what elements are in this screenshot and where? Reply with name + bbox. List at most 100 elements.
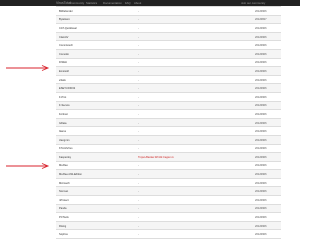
scan-result: - — [138, 44, 139, 48]
engine-name: Norman — [59, 190, 69, 194]
scan-result: - — [138, 95, 139, 99]
scan-result: - — [138, 87, 139, 91]
scan-result: - — [138, 173, 139, 177]
engine-name: PCTools — [59, 216, 69, 220]
engine-name: Jiangmin — [59, 138, 70, 142]
update-date: 20120906 — [255, 104, 267, 108]
update-date: 20120906 — [255, 52, 267, 56]
table-row: Emsisoft - 20120906 — [56, 67, 281, 76]
update-date: 20120906 — [255, 35, 267, 39]
table-row: McAfee - 20120906 — [56, 162, 281, 171]
update-date: 20120906 — [255, 181, 267, 185]
table-row: nProtect - 20120906 — [56, 196, 281, 205]
engine-name: BitDefender — [59, 9, 73, 13]
update-date: 20120906 — [255, 138, 267, 142]
update-date: 20120906 — [255, 216, 267, 220]
scan-result: - — [138, 78, 139, 82]
table-row: Sophos - 20120906 — [56, 230, 281, 240]
table-row: ClamAV - 20120906 — [56, 32, 281, 42]
table-row: GData - 20120906 — [56, 118, 281, 128]
table-row: BitDefender - 20120906 — [56, 7, 281, 16]
update-date: 20120906 — [255, 44, 267, 48]
engine-name: F-Secure — [59, 104, 70, 108]
table-row: Ikarus - 20120906 — [56, 127, 281, 136]
update-date: 20120906 — [255, 190, 267, 194]
update-date: 20120827 — [255, 18, 267, 22]
engine-name: McAfee — [59, 164, 68, 168]
engine-name: Rising — [59, 224, 67, 228]
table-row: DrWeb - 20120906 — [56, 59, 281, 68]
scan-result: - — [138, 190, 139, 194]
engine-name: ClamAV — [59, 35, 69, 39]
engine-name: Sophos — [59, 233, 68, 237]
update-date: 20120906 — [255, 147, 267, 151]
update-date: 20120906 — [255, 198, 267, 202]
table-row: F-Secure - 20120906 — [56, 101, 281, 111]
update-date: 20120906 — [255, 121, 267, 125]
update-date: 20120906 — [255, 207, 267, 211]
brand-logo[interactable]: VirusTotal — [56, 1, 71, 5]
scan-result: - — [138, 52, 139, 56]
scan-result: - — [138, 138, 139, 142]
update-date: 20120906 — [255, 164, 267, 168]
scan-result: - — [138, 61, 139, 65]
engine-name: nProtect — [59, 198, 69, 202]
scan-result: - — [138, 147, 139, 151]
scan-result: - — [138, 216, 139, 220]
engine-name: CAT-QuickHeal — [59, 26, 77, 30]
scan-result: - — [138, 130, 139, 134]
engine-name: McAfee-GW-Edition — [59, 173, 82, 177]
nav-link-community[interactable]: Community — [70, 1, 84, 5]
engine-name: ESET-NOD32 — [59, 87, 76, 91]
engine-name: Kaspersky — [59, 155, 72, 159]
scan-result: - — [138, 164, 139, 168]
table-row: McAfee-GW-Edition - 20120906 — [56, 170, 281, 179]
join-community-link[interactable]: Join our community — [241, 1, 265, 5]
engine-name: K7AntiVirus — [59, 147, 73, 151]
engine-name: Microsoft — [59, 181, 70, 185]
update-date: 20120906 — [255, 61, 267, 65]
update-date: 20120906 — [255, 9, 267, 13]
table-row: F-Prot - 20120906 — [56, 93, 281, 102]
update-date: 20120906 — [255, 224, 267, 228]
table-row: ByteHero - 20120827 — [56, 15, 281, 25]
update-date: 20120906 — [255, 233, 267, 237]
engine-name: Commtouch — [59, 44, 73, 48]
scan-result: Trojan-Banker.Win32.Cagier.xx — [138, 155, 174, 159]
update-date: 20120906 — [255, 69, 267, 73]
engine-name: Ikarus — [59, 130, 67, 134]
table-row: Kaspersky Trojan-Banker.Win32.Cagier.xx 20… — [56, 153, 281, 162]
engine-name: eSafe — [59, 78, 66, 82]
engine-name: GData — [59, 121, 67, 125]
update-date: 20120906 — [255, 112, 267, 116]
scan-result: - — [138, 112, 139, 116]
scan-result: - — [138, 104, 139, 108]
table-row: Jiangmin - 20120906 — [56, 135, 281, 145]
nav-link-about[interactable]: About — [134, 1, 141, 5]
table-row: eSafe - 20120906 — [56, 76, 281, 85]
table-row: ESET-NOD32 - 20120906 — [56, 84, 281, 93]
table-row: Panda - 20120906 — [56, 204, 281, 214]
update-date: 20120906 — [255, 26, 267, 30]
scan-result: - — [138, 121, 139, 125]
nav-link-faq[interactable]: FAQ — [125, 1, 131, 5]
table-row: Fortinet - 20120906 — [56, 110, 281, 119]
table-row: Norman - 20120906 — [56, 187, 281, 197]
engine-name: Emsisoft — [59, 69, 69, 73]
engine-name: Panda — [59, 207, 67, 211]
update-date: 20120906 — [255, 78, 267, 82]
scan-result: - — [138, 35, 139, 39]
nav-link-statistics[interactable]: Statistics — [86, 1, 97, 5]
engine-name: F-Prot — [59, 95, 67, 99]
update-date: 20120906 — [255, 130, 267, 134]
table-row: PCTools - 20120906 — [56, 213, 281, 222]
update-date: 20120906 — [255, 173, 267, 177]
engine-name: DrWeb — [59, 61, 68, 65]
scan-result: - — [138, 233, 139, 237]
engine-name: ByteHero — [59, 18, 70, 22]
table-row: Rising - 20120906 — [56, 221, 281, 231]
nav-link-documentation[interactable]: Documentation — [103, 1, 122, 5]
scan-result: - — [138, 207, 139, 211]
antivirus-results-table: BitDefender - 20120906 ByteHero - 20120827 CAT… — [56, 6, 281, 241]
engine-name: Fortinet — [59, 112, 68, 116]
